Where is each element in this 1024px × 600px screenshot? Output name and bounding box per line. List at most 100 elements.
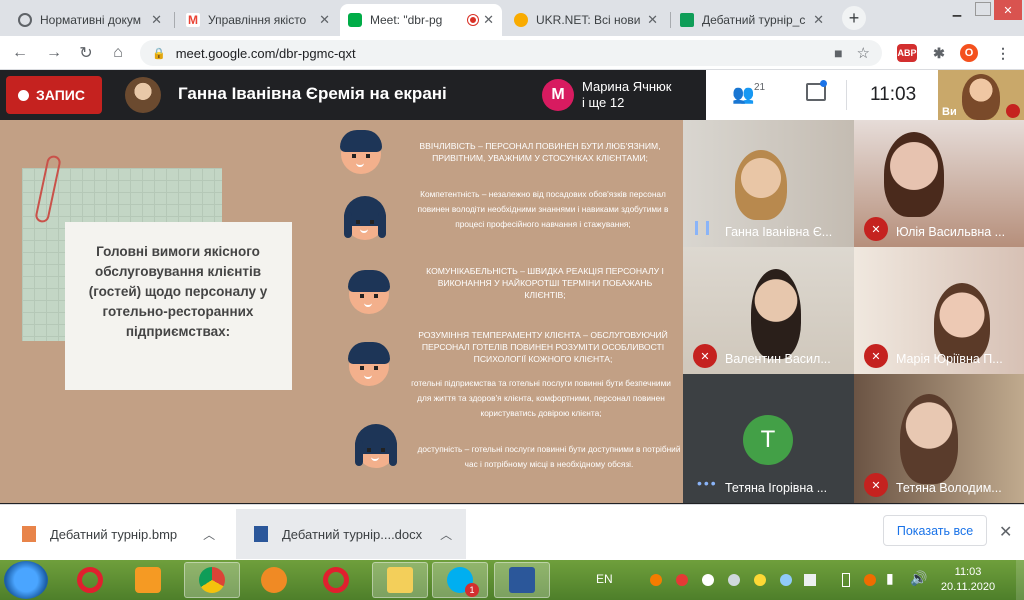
adblock-icon[interactable]: ABP [897,44,917,62]
tray-app-icon[interactable] [804,574,816,586]
taskbar-opera-2[interactable] [308,562,364,598]
close-tab-icon[interactable]: ✕ [809,12,824,28]
network-icon[interactable]: ▮ [886,570,894,587]
show-desktop-button[interactable] [1016,560,1024,600]
slide-item-2: Компетентність – незалежно від посадових… [417,189,669,229]
folder-icon [387,567,413,593]
tab-4[interactable]: UKR.NET: Всі нови ✕ [506,4,666,36]
close-downloads-icon[interactable]: ✕ [999,522,1012,542]
participant-tile-2[interactable]: ✕ Юлія Васильвна ... [854,120,1024,247]
slide-title: Головні вимоги якісного обслуговування к… [88,244,268,339]
profile-avatar[interactable]: O [960,44,978,62]
joiner-avatar: M [542,79,574,111]
taskbar-media-player[interactable] [120,562,176,598]
taskbar-word[interactable] [494,562,550,598]
close-window-button[interactable]: ✕ [994,0,1022,20]
tray-app-icon[interactable] [728,574,740,586]
language-indicator[interactable]: EN [596,572,613,586]
home-icon[interactable]: ⌂ [108,43,128,63]
tab-1[interactable]: Нормативні докум ✕ [10,4,170,36]
participants-count: 21 [754,82,766,93]
tab-5[interactable]: Дебатний турнір_с ✕ [672,4,832,36]
tray-app-icon[interactable] [650,574,662,586]
reload-icon[interactable]: ↻ [76,43,96,63]
chat-dot-icon [820,80,827,87]
address-input[interactable]: 🔒 meet.google.com/dbr-pgmc-qxt ■ ☆ [140,40,882,66]
chrome-icon [199,567,225,593]
taskbar-chrome[interactable] [184,562,240,598]
taskbar-explorer[interactable] [372,562,428,598]
record-badge[interactable]: ЗАПИС [6,76,102,114]
participant-tile-3[interactable]: ✕ Валентин Васил... [683,247,854,374]
taskbar-app[interactable] [246,562,302,598]
participant-tile-4[interactable]: ✕ Марія Юріївна П... [854,247,1024,374]
recording-icon [468,15,478,25]
joiner-count: і ще 12 [582,95,625,110]
downloads-bar: Дебатний турнір.bmp ︿ Дебатний турнір...… [0,504,1024,560]
download-item[interactable]: Дебатний турнір.bmp ︿ [0,509,236,559]
meet-icon [348,13,362,27]
windows-taskbar: 1 EN ▮ 🔊 [0,560,1024,600]
slide-item-1: ВВІЧЛИВІСТЬ – ПЕРСОНАЛ ПОВИНЕН БУТИ ЛЮБ'… [419,141,661,163]
close-tab-icon[interactable]: ✕ [643,12,658,28]
mic-off-icon: ✕ [693,344,717,368]
browser-tab-bar: Нормативні докум ✕ M Управління якісто ✕… [0,0,1024,36]
presenter-avatar [125,77,161,113]
slide-item-5: готельні підприємства та готельні послуг… [411,378,671,418]
show-all-button[interactable]: Показать все [883,515,987,546]
tray-app-icon[interactable] [676,574,688,586]
close-tab-icon[interactable]: ✕ [315,12,330,28]
tray-app-icon[interactable] [780,574,792,586]
participant-tile-5[interactable]: T ••• Тетяна Ігорівна ... [683,374,854,503]
slide-item-6: доступність – готельні послуги повинні б… [417,444,681,469]
girl-face-icon [353,422,399,468]
opera-icon [77,567,103,593]
self-view-tile[interactable]: Ви [938,70,1024,120]
forward-icon[interactable]: → [44,43,64,63]
join-notification[interactable]: M Марина Ячнюк і ще 12 [534,70,705,120]
boy-face-icon [338,128,384,174]
boy-face-icon [346,340,392,386]
tray-app-icon[interactable] [864,574,876,586]
taskbar-opera[interactable] [62,562,118,598]
close-tab-icon[interactable]: ✕ [147,12,162,28]
speaking-icon [695,221,709,235]
taskbar-clock[interactable]: 11:03 20.11.2020 [938,565,998,595]
taskbar-skype[interactable]: 1 [432,562,488,598]
mic-off-icon: ✕ [864,473,888,497]
menu-icon[interactable]: ⋮ [994,44,1012,62]
meeting-time: 11:03 [870,84,917,105]
skype-badge: 1 [465,583,479,597]
gmail-icon: M [186,13,200,27]
slide-title-card: Головні вимоги якісного обслуговування к… [65,222,292,390]
back-icon[interactable]: ← [10,43,30,63]
tab-3-active[interactable]: Meet: "dbr-pg ✕ [340,4,502,36]
mic-off-icon: ✕ [864,217,888,241]
start-button[interactable] [4,561,48,599]
image-file-icon [22,526,36,542]
opera-icon [323,567,349,593]
presenting-label: Ганна Іванівна Єремія на екрані [178,84,447,103]
classroom-icon [680,13,694,27]
tab-2[interactable]: M Управління якісто ✕ [178,4,338,36]
participant-tile-1[interactable]: Ганна Іванівна Є... [683,120,854,247]
star-icon[interactable]: ☆ [857,44,870,62]
girl-face-icon [342,194,388,240]
participant-avatar: T [743,415,793,465]
battery-icon[interactable] [842,573,850,587]
volume-icon[interactable]: 🔊 [910,570,927,587]
extensions-icon[interactable]: ✱ [930,44,948,62]
new-tab-button[interactable]: + [842,6,866,30]
download-item[interactable]: Дебатний турнір....docx ︿ [236,509,466,559]
chevron-up-icon[interactable]: ︿ [440,526,452,543]
participant-tile-6[interactable]: ✕ Тетяна Володим... [854,374,1024,503]
close-tab-icon[interactable]: ✕ [479,12,494,28]
camera-icon[interactable]: ■ [834,45,842,61]
restore-button[interactable] [975,2,991,16]
tray-app-icon[interactable] [754,574,766,586]
joiner-name: Марина Ячнюк [582,79,672,94]
people-icon[interactable]: 👥 [732,84,754,105]
chevron-up-icon[interactable]: ︿ [203,526,215,543]
minimize-button[interactable]: ▁ [944,0,970,20]
tray-app-icon[interactable] [702,574,714,586]
